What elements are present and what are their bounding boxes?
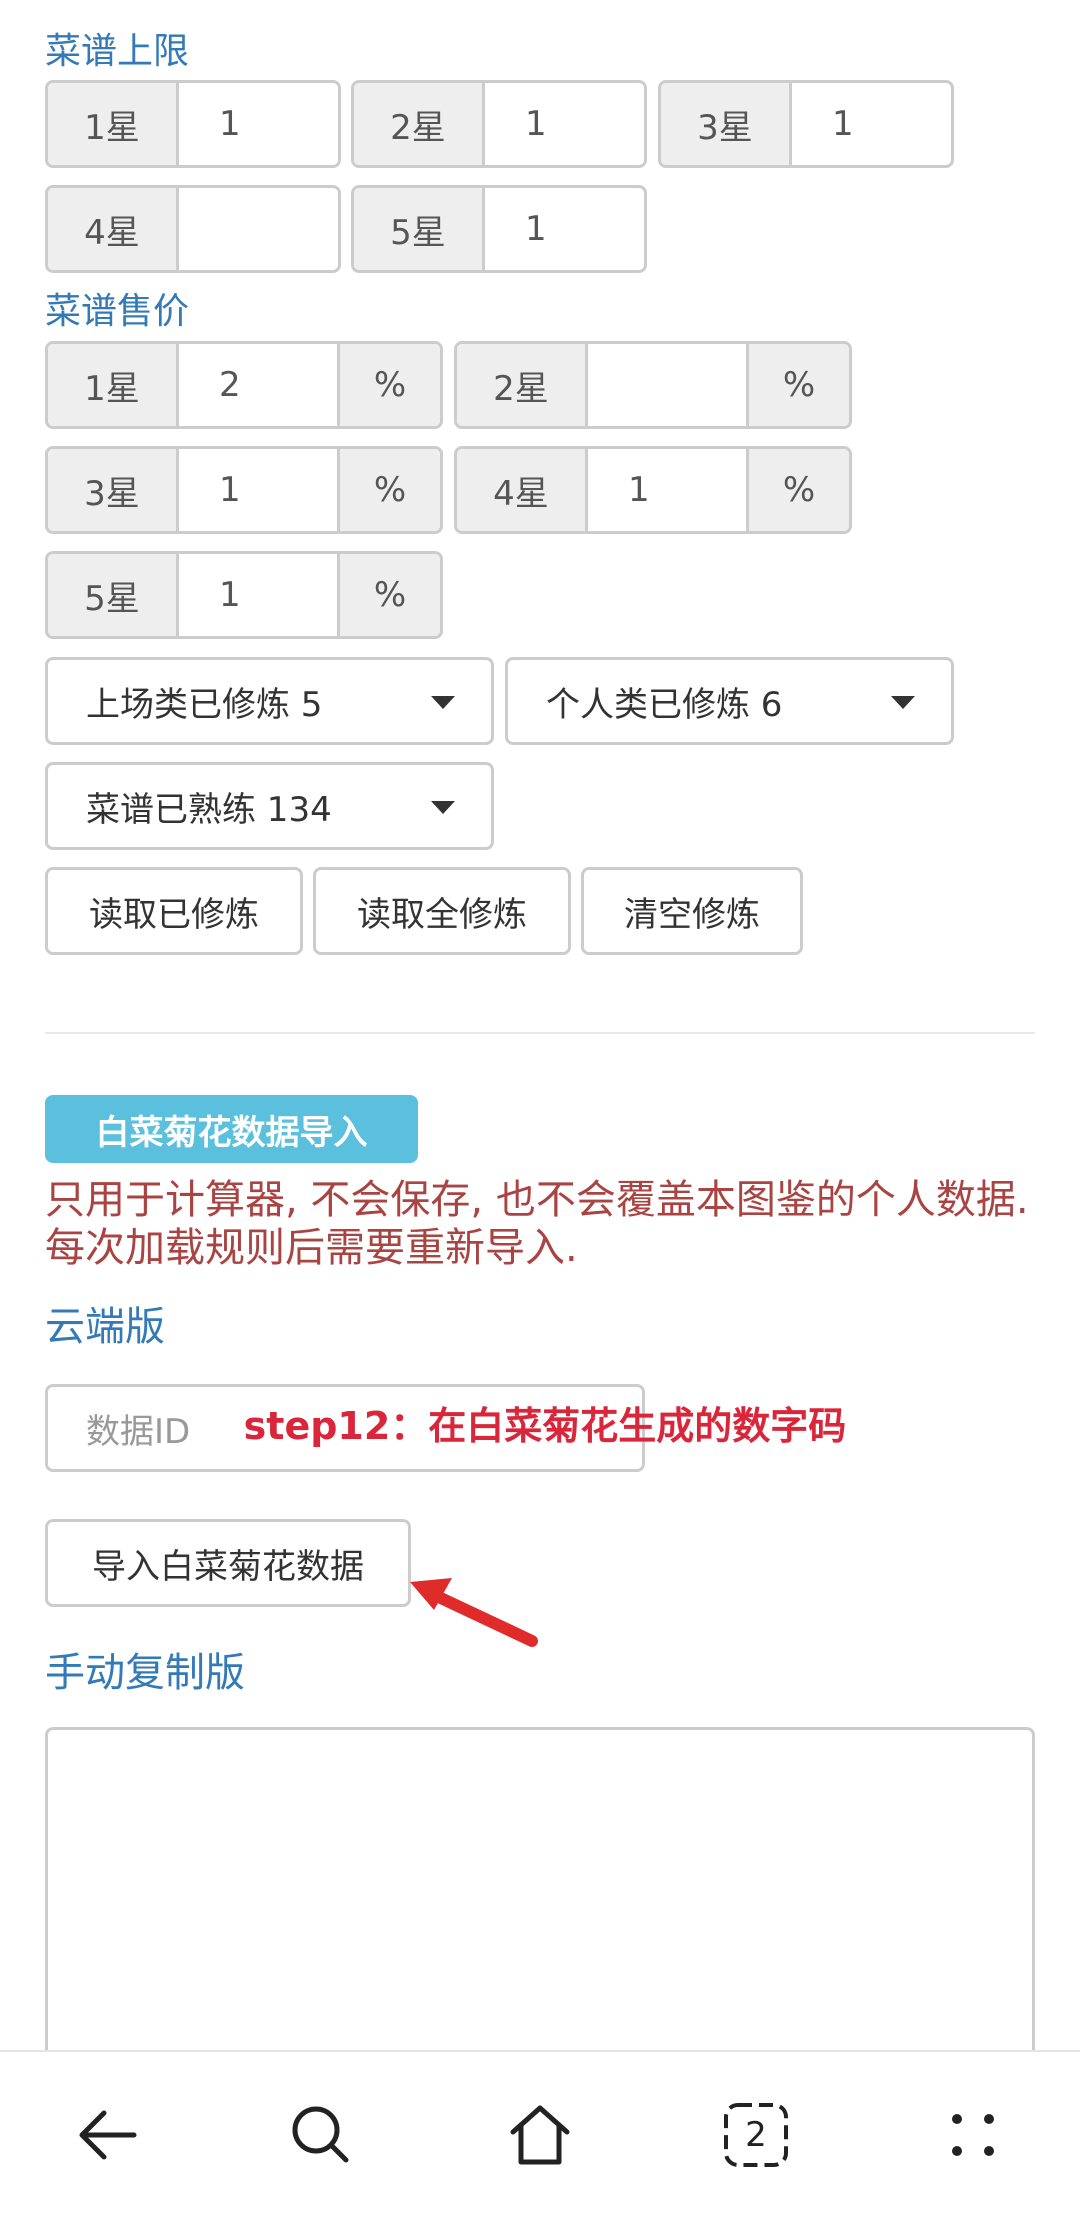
- personal-trained-select[interactable]: 个人类已修炼 6: [505, 657, 954, 745]
- clear-button[interactable]: 清空修炼: [581, 867, 803, 955]
- star-label: 5星: [48, 554, 179, 636]
- home-icon[interactable]: [485, 2080, 595, 2190]
- search-icon[interactable]: [266, 2080, 376, 2190]
- star-label: 5星: [354, 188, 485, 270]
- cloud-version-label: 云端版: [45, 1304, 165, 1350]
- select-value: 菜谱已熟练 134: [86, 789, 332, 830]
- manual-version-label: 手动复制版: [45, 1650, 245, 1696]
- import-badge: 白菜菊花数据导入: [45, 1095, 418, 1163]
- percent-addon: %: [337, 554, 440, 636]
- star-label: 4星: [48, 188, 179, 270]
- star-label: 1星: [48, 344, 179, 426]
- star-label: 4星: [457, 449, 588, 531]
- caret-down-icon: [431, 696, 455, 709]
- recipes-mastered-select[interactable]: 菜谱已熟练 134: [45, 762, 494, 850]
- recipe-price-3star-group: 3星 1 %: [45, 446, 443, 534]
- star-label: 2星: [457, 344, 588, 426]
- select-value: 上场类已修炼 5: [86, 684, 323, 725]
- star-label: 2星: [354, 83, 485, 165]
- caret-down-icon: [431, 801, 455, 814]
- import-warning: 只用于计算器, 不会保存, 也不会覆盖本图鉴的个人数据. 每次加载规则后需要重新…: [45, 1177, 1029, 1271]
- tabs-icon[interactable]: 2: [701, 2080, 811, 2190]
- back-icon[interactable]: [52, 2080, 162, 2190]
- menu-icon[interactable]: [918, 2080, 1028, 2190]
- recipe-price-label: 菜谱售价: [45, 291, 190, 332]
- recipe-price-2star-group: 2星 %: [454, 341, 852, 429]
- recipe-limit-2star-input[interactable]: 1: [485, 83, 644, 165]
- import-data-button[interactable]: 导入白菜菊花数据: [45, 1519, 411, 1607]
- read-trained-button[interactable]: 读取已修炼: [45, 867, 303, 955]
- recipe-limit-5star-group: 5星 1: [351, 185, 647, 273]
- recipe-price-3star-input[interactable]: 1: [179, 449, 337, 531]
- recipe-price-1star-group: 1星 2 %: [45, 341, 443, 429]
- onstage-trained-select[interactable]: 上场类已修炼 5: [45, 657, 494, 745]
- annotation-text: step12：在白菜菊花生成的数字码: [243, 1404, 847, 1448]
- section-divider: [45, 1032, 1035, 1034]
- recipe-price-4star-group: 4星 1 %: [454, 446, 852, 534]
- annotation-arrow-icon: [410, 1578, 538, 1647]
- star-label: 3星: [48, 449, 179, 531]
- percent-addon: %: [337, 344, 440, 426]
- recipe-limit-3star-input[interactable]: 1: [792, 83, 951, 165]
- recipe-price-2star-input[interactable]: [588, 344, 746, 426]
- browser-nav-bar: 2: [0, 2050, 1080, 2220]
- recipe-limit-1star-group: 1星 1: [45, 80, 341, 168]
- caret-down-icon: [891, 696, 915, 709]
- recipe-limit-2star-group: 2星 1: [351, 80, 647, 168]
- recipe-limit-3star-group: 3星 1: [658, 80, 954, 168]
- tab-count: 2: [745, 2115, 767, 2155]
- percent-addon: %: [746, 449, 849, 531]
- recipe-price-5star-group: 5星 1 %: [45, 551, 443, 639]
- recipe-limit-label: 菜谱上限: [45, 31, 190, 72]
- recipe-limit-1star-input[interactable]: 1: [179, 83, 338, 165]
- recipe-price-5star-input[interactable]: 1: [179, 554, 337, 636]
- recipe-price-4star-input[interactable]: 1: [588, 449, 746, 531]
- star-label: 3星: [661, 83, 792, 165]
- read-all-button[interactable]: 读取全修炼: [313, 867, 571, 955]
- recipe-limit-5star-input[interactable]: 1: [485, 188, 644, 270]
- star-label: 1星: [48, 83, 179, 165]
- recipe-limit-4star-group: 4星: [45, 185, 341, 273]
- percent-addon: %: [337, 449, 440, 531]
- recipe-price-1star-input[interactable]: 2: [179, 344, 337, 426]
- select-value: 个人类已修炼 6: [546, 684, 783, 725]
- percent-addon: %: [746, 344, 849, 426]
- recipe-limit-4star-input[interactable]: [179, 188, 338, 270]
